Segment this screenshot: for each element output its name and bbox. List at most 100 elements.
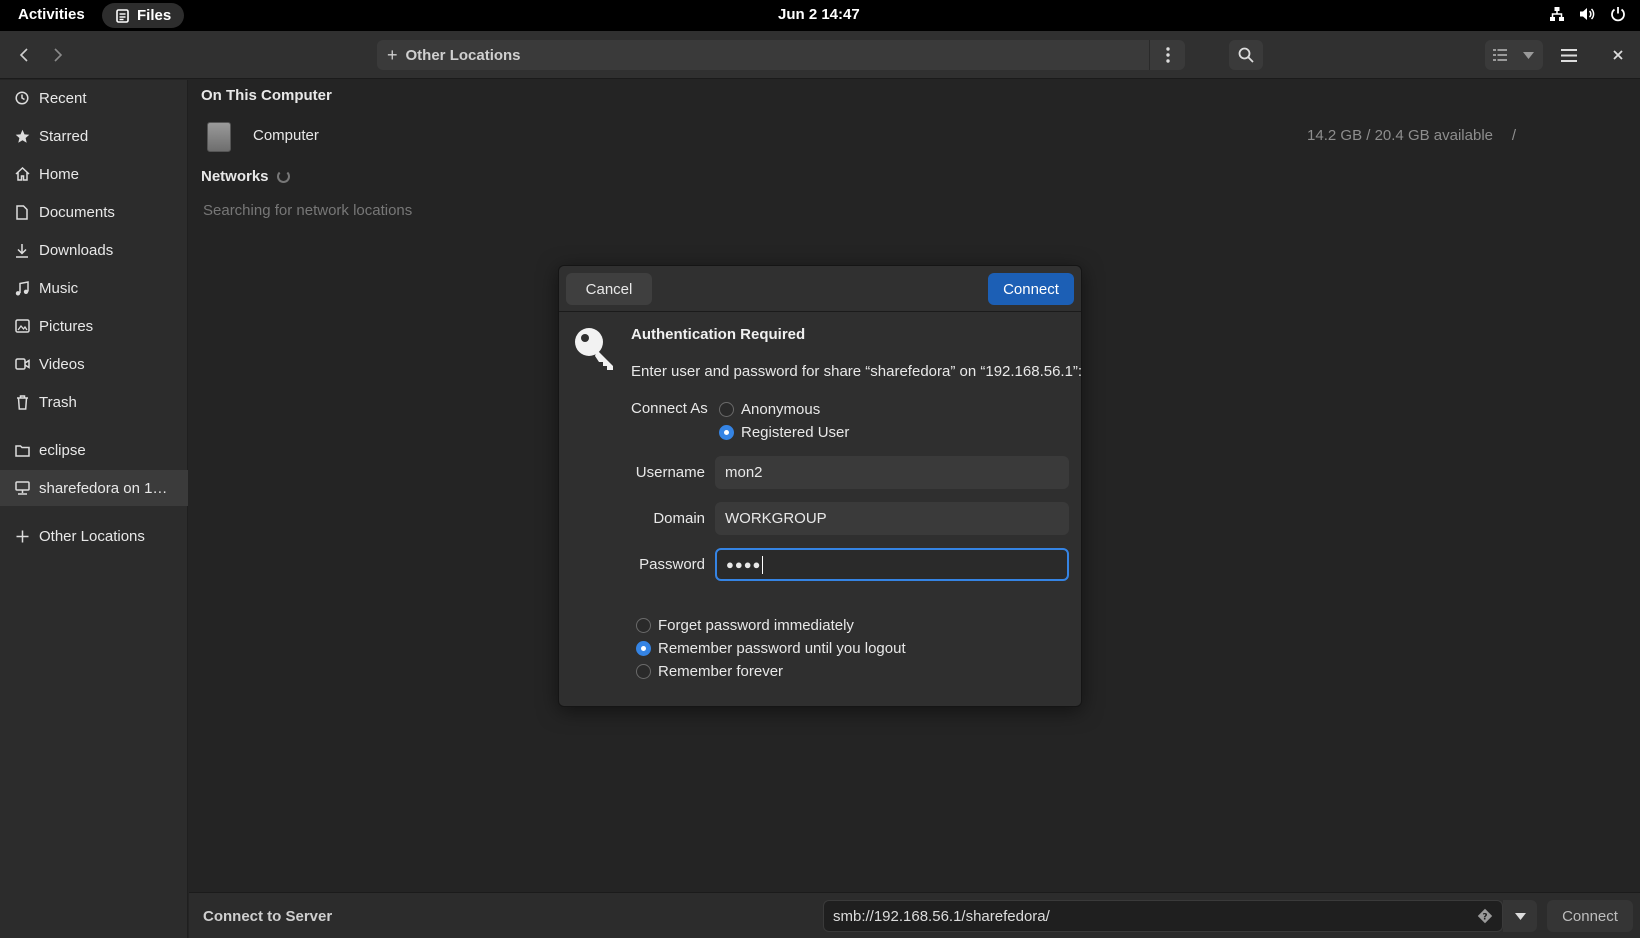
list-view-button[interactable] [1485,40,1514,70]
help-icon[interactable]: ? [1477,908,1493,928]
sidebar-item-starred[interactable]: Starred [0,118,188,154]
cancel-button[interactable]: Cancel [566,273,652,305]
sidebar-item-label: Downloads [39,241,114,259]
path-menu-button[interactable] [1149,40,1185,70]
sidebar-item-documents[interactable]: Documents [0,194,188,230]
header-bar: + Other Locations [0,31,1640,79]
kebab-menu-icon [1165,47,1170,63]
network-wired-icon [1550,7,1564,21]
trash-icon [14,394,30,410]
bottom-connect-button[interactable]: Connect [1547,900,1633,932]
path-location: Other Locations [405,46,521,64]
document-icon [14,204,30,220]
volume-icon [1580,8,1595,20]
sidebar-item-label: Documents [39,203,115,221]
sidebar-item-label: Recent [39,89,87,107]
sidebar: Recent Starred Home Documents Downloads … [0,80,188,938]
sidebar-item-label: Music [39,279,79,297]
path-bar[interactable]: + Other Locations [377,40,1185,70]
sidebar-item-pictures[interactable]: Pictures [0,308,188,344]
server-address-value: smb://192.168.56.1/sharefedora/ [833,907,1050,925]
sidebar-item-home[interactable]: Home [0,156,188,192]
connect-button[interactable]: Connect [988,273,1074,305]
picture-icon [14,318,30,334]
forget-immediately-label: Forget password immediately [658,617,854,634]
remember-forever-label: Remember forever [658,663,784,680]
radio-indicator [636,664,651,679]
connect-to-server-bar: Connect to Server smb://192.168.56.1/sha… [189,892,1640,938]
power-icon [1611,7,1625,22]
sidebar-item-recent[interactable]: Recent [0,80,188,116]
list-view-icon [1492,49,1507,61]
computer-label: Computer [253,127,319,144]
computer-mount-point: / [1511,127,1516,144]
system-tray[interactable] [1549,6,1626,22]
activities-button[interactable]: Activities [18,6,85,23]
svg-text:?: ? [1482,913,1487,923]
computer-row[interactable]: Computer 14.2 GB / 20.4 GB available / [189,116,1640,156]
plus-icon [14,528,30,544]
anonymous-label: Anonymous [741,401,821,418]
view-options-group [1485,40,1543,70]
username-label: Username [635,464,705,481]
sidebar-item-label: Videos [39,355,85,373]
password-label: Password [639,556,705,573]
searching-status: Searching for network locations [203,202,413,219]
server-address-input[interactable]: smb://192.168.56.1/sharefedora/ ? [823,900,1503,932]
sidebar-item-music[interactable]: Music [0,270,188,306]
view-dropdown-button[interactable] [1514,40,1543,70]
dialog-message: Enter user and password for share “share… [631,363,1083,380]
remember-until-logout-label: Remember password until you logout [658,640,906,657]
hamburger-icon [1561,48,1577,62]
dialog-header: Cancel Connect [559,266,1081,312]
text-caret [762,555,764,574]
back-button[interactable] [9,40,39,70]
main-menu-button[interactable] [1553,40,1585,70]
domain-label: Domain [653,510,705,527]
recent-servers-dropdown[interactable] [1503,900,1537,932]
forward-button[interactable] [43,40,73,70]
clock[interactable]: Jun 2 14:47 [778,6,860,23]
sidebar-item-label: eclipse [39,441,86,459]
anonymous-radio[interactable]: Anonymous [719,401,820,418]
sidebar-item-sharefedora[interactable]: sharefedora on 192.168.56.1 [0,470,188,506]
registered-user-radio[interactable]: Registered User [719,424,849,441]
password-field[interactable]: ●●●● [715,548,1069,581]
on-this-computer-heading: On This Computer [201,87,332,104]
close-window-button[interactable] [1603,40,1633,70]
domain-value: WORKGROUP [725,510,827,527]
star-icon [14,128,30,144]
connect-as-label: Connect As [631,400,708,417]
download-icon [14,242,30,258]
computer-available-space: 14.2 GB / 20.4 GB available [1307,127,1493,144]
loading-spinner-icon [277,170,290,183]
sidebar-item-eclipse[interactable]: eclipse [0,432,188,468]
radio-indicator [719,425,734,440]
clock-icon [14,90,30,106]
top-bar: Activities Files Jun 2 14:47 [0,0,1640,31]
folder-icon [14,442,30,458]
sidebar-item-label: Other Locations [39,527,145,545]
key-icon [573,326,619,376]
remember-forever-radio[interactable]: Remember forever [636,663,783,680]
networks-heading: Networks [201,168,269,185]
remember-until-logout-radio[interactable]: Remember password until you logout [636,640,906,657]
chevron-down-icon [1514,912,1526,920]
sidebar-item-downloads[interactable]: Downloads [0,232,188,268]
sidebar-item-other-locations[interactable]: Other Locations [0,518,188,554]
radio-indicator [719,402,734,417]
username-field[interactable]: mon2 [715,456,1069,489]
sidebar-item-label: Home [39,165,80,183]
domain-field[interactable]: WORKGROUP [715,502,1069,535]
search-button[interactable] [1229,40,1263,70]
sidebar-item-trash[interactable]: Trash [0,384,188,420]
sidebar-item-label: Starred [39,127,89,145]
forget-immediately-radio[interactable]: Forget password immediately [636,617,854,634]
chevron-left-icon [19,48,28,62]
app-menu-button[interactable]: Files [102,3,184,28]
sidebar-item-videos[interactable]: Videos [0,346,188,382]
sidebar-item-label: sharefedora on 192.168.56.1 [39,479,174,497]
search-icon [1238,47,1254,63]
sidebar-item-label: Pictures [39,317,94,335]
radio-indicator [636,641,651,656]
